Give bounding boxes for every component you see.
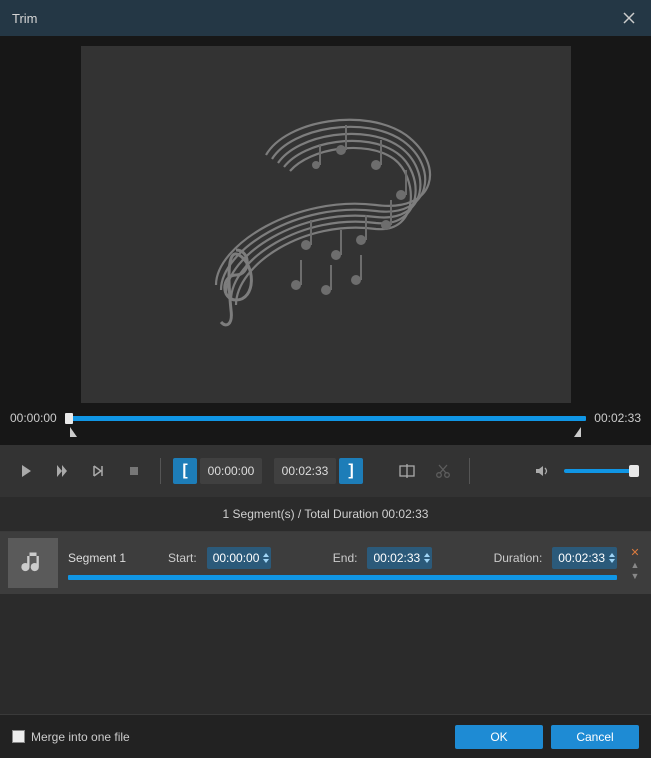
stop-button[interactable]	[120, 457, 148, 485]
segment-name: Segment 1	[68, 551, 158, 565]
trim-range-group: [ 00:00:00 00:02:33 ]	[173, 458, 363, 484]
merge-checkbox[interactable]	[12, 730, 25, 743]
volume-group	[528, 457, 639, 485]
preview-canvas	[81, 46, 571, 403]
cancel-button[interactable]: Cancel	[551, 725, 639, 749]
move-down-button[interactable]: ▼	[631, 572, 640, 581]
footer-bar: Merge into one file OK Cancel	[0, 714, 651, 758]
duration-label: Duration:	[494, 551, 543, 565]
trim-start-time[interactable]: 00:00:00	[200, 458, 262, 484]
segment-top-row: Segment 1 Start: 00:00:00 End: 00:02:33 …	[68, 547, 617, 569]
play-button[interactable]	[12, 457, 40, 485]
music-artwork-icon	[176, 95, 476, 355]
segment-side-controls: ✕ ▲ ▼	[627, 546, 643, 581]
volume-slider[interactable]	[564, 469, 639, 473]
duration-spinner[interactable]: 00:02:33	[552, 547, 617, 569]
segment-row[interactable]: Segment 1 Start: 00:00:00 End: 00:02:33 …	[0, 532, 651, 594]
start-value: 00:00:00	[213, 551, 260, 565]
close-button[interactable]	[619, 8, 639, 28]
end-up[interactable]	[424, 553, 430, 557]
bracket-left-icon: [	[182, 462, 187, 480]
start-spinner[interactable]: 00:00:00	[207, 547, 272, 569]
divider	[160, 458, 161, 484]
volume-thumb[interactable]	[629, 465, 639, 477]
trim-marker-end[interactable]	[574, 427, 581, 437]
controls-bar: [ 00:00:00 00:02:33 ]	[0, 445, 651, 497]
move-up-button[interactable]: ▲	[631, 561, 640, 570]
end-label: End:	[333, 551, 358, 565]
preview-area: 00:00:00 00:02:33	[0, 36, 651, 445]
divider	[469, 458, 470, 484]
duration-down[interactable]	[609, 559, 615, 563]
remove-segment-button[interactable]: ✕	[630, 546, 639, 559]
split-button[interactable]	[393, 457, 421, 485]
segment-progress-bar[interactable]	[68, 575, 617, 580]
stop-icon	[126, 463, 142, 479]
end-spinner[interactable]: 00:02:33	[367, 547, 432, 569]
end-down[interactable]	[424, 559, 430, 563]
segments-empty-area	[0, 594, 651, 714]
segments-summary: 1 Segment(s) / Total Duration 00:02:33	[0, 497, 651, 532]
end-value: 00:02:33	[373, 551, 420, 565]
scissors-icon	[435, 463, 451, 479]
ok-button[interactable]: OK	[455, 725, 543, 749]
playback-slider[interactable]	[65, 416, 587, 421]
step-button[interactable]	[84, 457, 112, 485]
trim-end-time[interactable]: 00:02:33	[274, 458, 336, 484]
start-down[interactable]	[263, 559, 269, 563]
start-up[interactable]	[263, 553, 269, 557]
close-icon	[623, 12, 635, 24]
set-start-button[interactable]: [	[173, 458, 197, 484]
trim-marker-start[interactable]	[70, 427, 77, 437]
next-frame-button[interactable]	[48, 457, 76, 485]
duration-value: 00:02:33	[558, 551, 605, 565]
mute-button[interactable]	[528, 457, 556, 485]
set-end-button[interactable]: ]	[339, 458, 363, 484]
music-note-icon	[19, 549, 47, 577]
playback-thumb[interactable]	[65, 413, 73, 424]
playback-total-time: 00:02:33	[594, 411, 641, 425]
window-title: Trim	[12, 11, 38, 26]
playback-current-time: 00:00:00	[10, 411, 57, 425]
step-icon	[90, 463, 106, 479]
segment-thumbnail	[8, 538, 58, 588]
titlebar: Trim	[0, 0, 651, 36]
speaker-icon	[534, 463, 550, 479]
next-frame-icon	[54, 463, 70, 479]
split-icon	[399, 463, 415, 479]
cut-button[interactable]	[429, 457, 457, 485]
merge-label: Merge into one file	[31, 730, 130, 744]
playback-timeline-row: 00:00:00 00:02:33	[0, 403, 651, 427]
play-icon	[18, 463, 34, 479]
start-label: Start:	[168, 551, 197, 565]
trim-marker-row	[0, 427, 651, 445]
segment-fields: Segment 1 Start: 00:00:00 End: 00:02:33 …	[68, 547, 617, 580]
bracket-right-icon: ]	[348, 462, 353, 480]
duration-up[interactable]	[609, 553, 615, 557]
